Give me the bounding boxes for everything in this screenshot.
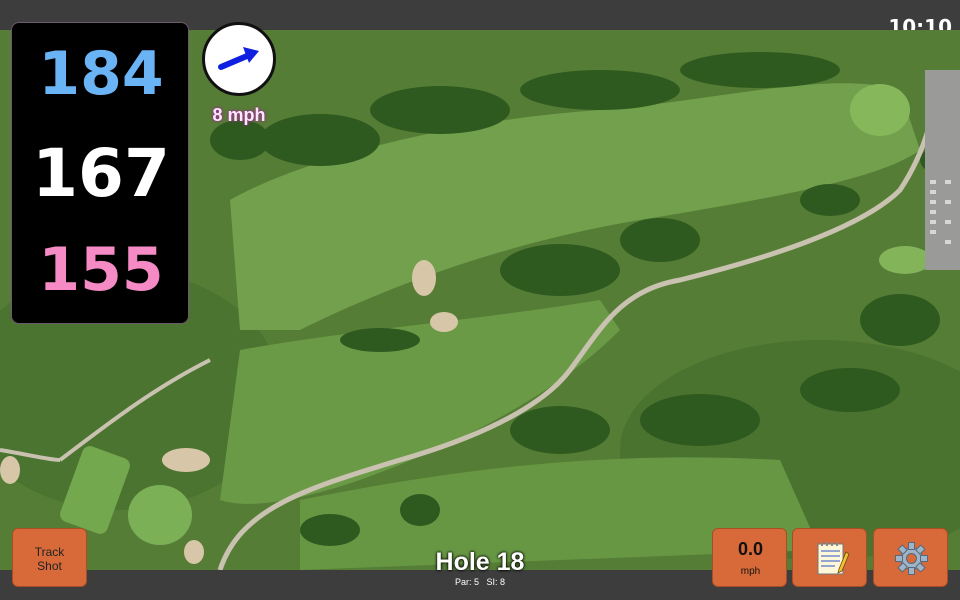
distance-panel: 184 167 155 <box>11 22 189 324</box>
wind-speed: 8 mph <box>212 105 266 125</box>
hole-info: Hole 18 Par: 5 SI: 8 <box>380 548 580 587</box>
hole-subtitle: Par: 5 SI: 8 <box>380 577 580 587</box>
track-shot-button[interactable]: Track Shot <box>12 528 87 587</box>
stroke-index-label: SI: 8 <box>486 577 506 587</box>
back-distance: 184 <box>38 39 164 109</box>
speed-unit: mph <box>740 566 761 577</box>
wind-arrow-icon <box>218 47 259 70</box>
notes-button[interactable] <box>792 528 867 587</box>
golf-gps-app: 10:10 184 167 155 8 mph Track Shot Hole … <box>0 0 960 600</box>
gear-icon <box>895 542 928 575</box>
track-shot-label: Track Shot <box>34 545 65 573</box>
middle-distance: 167 <box>32 135 170 212</box>
settings-button[interactable] <box>873 528 948 587</box>
wind-direction-dial <box>202 22 276 96</box>
front-distance: 155 <box>38 235 164 305</box>
speed-button[interactable]: 0.0 mph <box>712 528 787 587</box>
hole-title: Hole 18 <box>435 548 525 576</box>
notepad-icon <box>817 542 850 575</box>
speed-value: 0.0 <box>737 539 764 559</box>
par-label: Par: 5 <box>454 577 479 587</box>
